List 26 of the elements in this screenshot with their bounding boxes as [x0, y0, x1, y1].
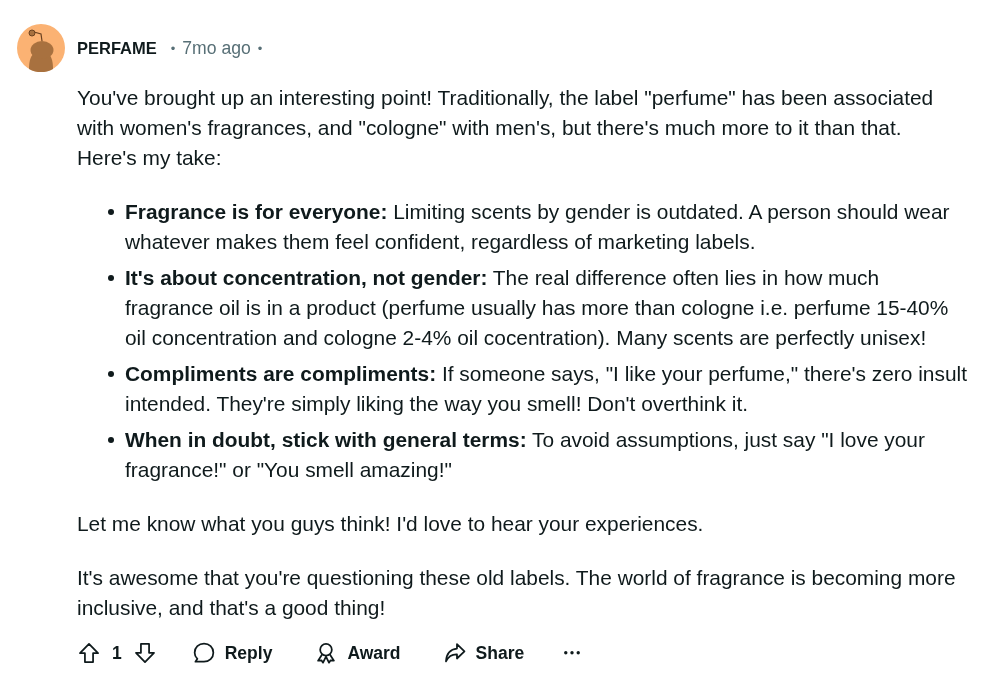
- share-icon: [443, 642, 466, 664]
- comment-paragraph: It's awesome that you're questioning these old labels. The world of fragrance is becoming more inclusive, and that's a good thing!: [77, 565, 957, 621]
- list-item-text: It's about concentration, not gender: The real difference often lies in how much fragrance oil is in a product (perfume usually has more than cologne i.e. perfume 15-40% oil concentration and cologne 2-4% oil cocentration). Many scents are perfectly unisex!: [125, 265, 950, 351]
- username[interactable]: PERFAME: [77, 38, 157, 58]
- list-item-text: Compliments are compliments: If someone says, "I like your perfume," there's zero insult intended. They're simply liking the way you smell! Don't overthink it.: [125, 361, 968, 417]
- downvote-icon: [133, 642, 156, 664]
- comment-paragraph: Let me know what you guys think! I'd love to hear your experiences.: [77, 511, 705, 537]
- bullet-icon: [108, 275, 114, 281]
- more-icon: [564, 651, 581, 655]
- upvote-icon: [78, 642, 100, 664]
- comment-paragraph: You've brought up an interesting point! Traditionally, the label "perfume" has been associated with women's fragrances, and "cologne" with men's, but there's much more to it than that. Here's my take:: [77, 85, 935, 171]
- award-button[interactable]: Award: [303, 635, 413, 671]
- list-item-text: When in doubt, stick with general terms: To avoid assumptions, just say "I love your fragrance!" or "You smell amazing!": [125, 427, 926, 483]
- share-button[interactable]: Share: [431, 635, 537, 671]
- vote-count: 1: [112, 642, 122, 664]
- bullet-icon: [108, 437, 114, 443]
- bullet-icon: [108, 209, 114, 215]
- separator-dot: •: [170, 40, 176, 56]
- separator-dot: •: [257, 40, 263, 56]
- bullet-icon: [108, 371, 114, 377]
- reply-button[interactable]: Reply: [180, 635, 285, 671]
- award-icon: [315, 642, 338, 664]
- list-item-text: Fragrance is for everyone: Limiting scents by gender is outdated. A person should wear whatever makes them feel confident, regardless of marketing labels.: [125, 199, 951, 255]
- timestamp[interactable]: 7mo ago: [182, 37, 251, 59]
- speech-bubble-icon: [192, 642, 215, 664]
- avatar-icon: [17, 24, 65, 72]
